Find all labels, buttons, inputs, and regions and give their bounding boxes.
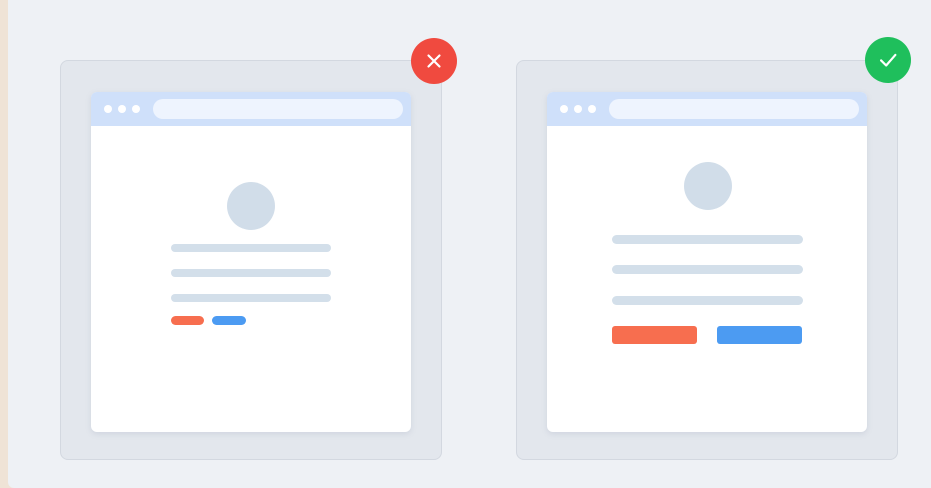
window-dot	[118, 105, 126, 113]
window-dot	[574, 105, 582, 113]
bad-example-panel	[60, 60, 442, 460]
incorrect-badge	[411, 38, 457, 84]
window-dot	[560, 105, 568, 113]
window-dot	[104, 105, 112, 113]
text-line-placeholder	[171, 244, 331, 252]
secondary-button-small	[212, 316, 246, 325]
window-dot	[132, 105, 140, 113]
correct-badge	[865, 37, 911, 83]
comparison-canvas	[8, 0, 931, 488]
browser-window-mockup	[91, 92, 411, 432]
x-icon	[427, 54, 441, 68]
primary-button-large	[612, 326, 697, 344]
text-line-placeholder	[171, 269, 331, 277]
check-icon	[880, 53, 897, 67]
good-example-panel	[516, 60, 898, 460]
window-dot	[588, 105, 596, 113]
primary-button-small	[171, 316, 204, 325]
avatar-placeholder	[684, 162, 732, 210]
avatar-placeholder	[227, 182, 275, 230]
secondary-button-large	[717, 326, 802, 344]
address-bar	[609, 99, 859, 119]
browser-window-mockup	[547, 92, 867, 432]
browser-titlebar	[91, 92, 411, 126]
address-bar	[153, 99, 403, 119]
browser-titlebar	[547, 92, 867, 126]
text-line-placeholder	[612, 296, 803, 305]
text-line-placeholder	[612, 265, 803, 274]
text-line-placeholder	[612, 235, 803, 244]
text-line-placeholder	[171, 294, 331, 302]
